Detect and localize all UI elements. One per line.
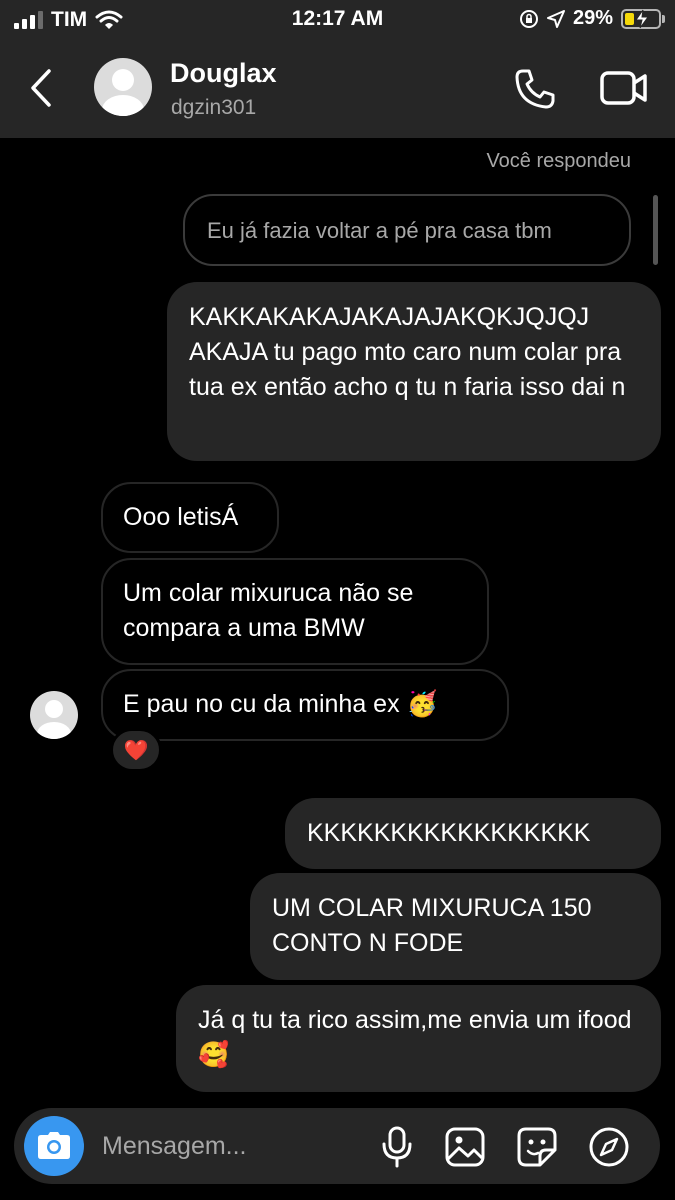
- message-bubble-sent[interactable]: Já q tu ta rico assim,me envia um ifood🥰: [176, 985, 661, 1092]
- battery-charging-icon: [621, 8, 665, 29]
- status-right: 29%: [519, 7, 665, 30]
- message-bubble-received[interactable]: Um colar mixuruca não se compara a uma B…: [101, 558, 489, 665]
- orientation-lock-icon: [519, 9, 538, 28]
- status-bar: TIM 12:17 AM 29%: [0, 0, 675, 38]
- message-bubble-received[interactable]: Ooo letisÁ: [101, 482, 279, 553]
- camera-icon: [38, 1132, 70, 1159]
- message-bubble-received[interactable]: E pau no cu da minha ex 🥳: [101, 669, 509, 741]
- reply-context-label: Você respondeu: [486, 150, 631, 172]
- sender-avatar[interactable]: [30, 691, 78, 739]
- contact-username[interactable]: dgzin301: [171, 96, 256, 120]
- message-composer: [14, 1108, 660, 1184]
- contact-name[interactable]: Douglax: [170, 58, 277, 89]
- message-text: UM COLAR MIXURUCA 150 CONTO N FODE: [272, 894, 592, 957]
- battery-percentage: 29%: [572, 7, 613, 29]
- message-text: KAKKAKAKAJAKAJAJAKQKJQJQJ AKAJA tu pago …: [189, 303, 626, 401]
- avatar-placeholder-icon: [37, 700, 71, 739]
- explore-compass-icon[interactable]: [588, 1126, 630, 1168]
- avatar-placeholder-icon: [102, 69, 144, 116]
- message-bubble-sent[interactable]: KKKKKKKKKKKKKKKKK: [285, 798, 661, 869]
- location-arrow-icon: [546, 9, 565, 28]
- replied-message-text: Eu já fazia voltar a pé pra casa tbm: [207, 218, 552, 243]
- sticker-icon[interactable]: [516, 1126, 558, 1168]
- contact-avatar[interactable]: [94, 58, 152, 116]
- message-text: Já q tu ta rico assim,me envia um ifood🥰: [198, 1006, 632, 1069]
- back-chevron-icon[interactable]: [28, 68, 54, 108]
- message-text: KKKKKKKKKKKKKKKKK: [307, 819, 591, 847]
- message-bubble-sent[interactable]: UM COLAR MIXURUCA 150 CONTO N FODE: [250, 873, 661, 980]
- microphone-icon[interactable]: [380, 1126, 414, 1168]
- video-call-icon[interactable]: [600, 70, 648, 106]
- replied-message-bubble[interactable]: Eu já fazia voltar a pé pra casa tbm: [183, 194, 631, 266]
- heart-reaction-icon: ❤️: [123, 739, 149, 762]
- message-text: E pau no cu da minha ex 🥳: [123, 690, 438, 718]
- message-text: Ooo letisÁ: [123, 503, 239, 531]
- heart-reaction[interactable]: ❤️: [110, 728, 162, 772]
- camera-button[interactable]: [24, 1116, 84, 1176]
- message-input[interactable]: [102, 1126, 362, 1166]
- message-bubble-sent[interactable]: KAKKAKAKAJAKAJAJAKQKJQJQJ AKAJA tu pago …: [167, 282, 661, 461]
- battery-level-fill: [625, 12, 634, 25]
- scrollbar[interactable]: [653, 195, 658, 265]
- gallery-icon[interactable]: [444, 1126, 486, 1168]
- chat-header: Douglax dgzin301: [0, 38, 675, 138]
- phone-call-icon[interactable]: [514, 68, 556, 110]
- message-text: Um colar mixuruca não se compara a uma B…: [123, 579, 414, 642]
